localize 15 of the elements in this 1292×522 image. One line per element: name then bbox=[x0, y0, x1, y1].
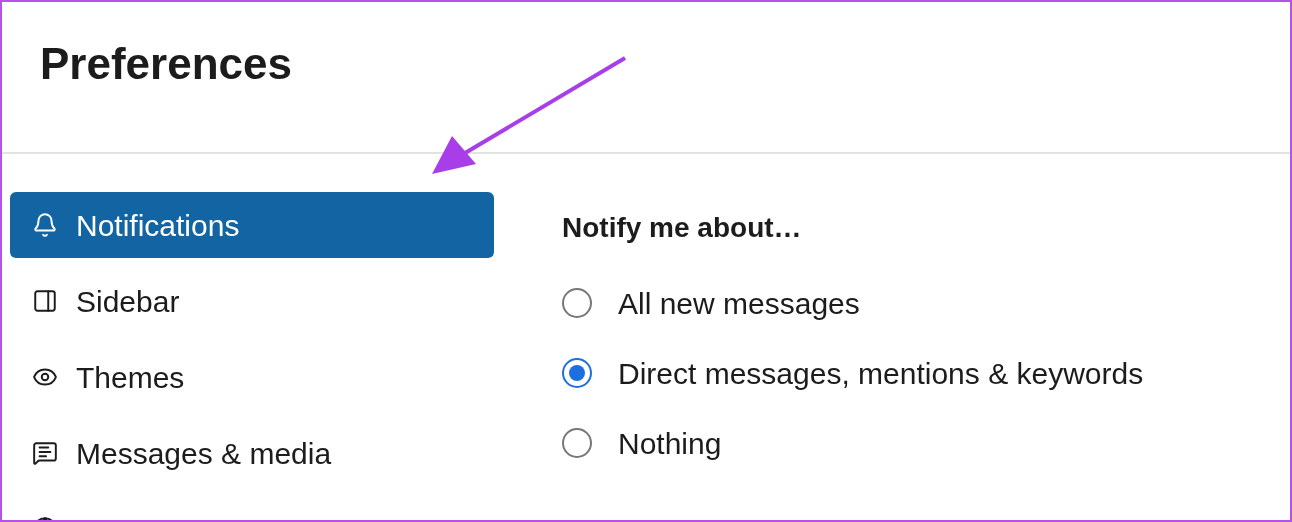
option-label: Nothing bbox=[618, 425, 722, 462]
option-label: Direct messages, mentions & keywords bbox=[618, 355, 1144, 392]
sidebar-item[interactable]: Notifications bbox=[10, 192, 494, 258]
bell-icon bbox=[32, 212, 58, 238]
radio-button[interactable] bbox=[562, 358, 592, 388]
sidebar-panel-icon bbox=[32, 288, 58, 314]
option-label: All new messages bbox=[618, 285, 860, 322]
radio-button[interactable] bbox=[562, 428, 592, 458]
message-icon bbox=[32, 440, 58, 466]
radio-button[interactable] bbox=[562, 288, 592, 318]
sidebar-item[interactable]: Messages & media bbox=[10, 420, 494, 486]
section-heading: Notify me about… bbox=[562, 211, 803, 245]
sidebar-item[interactable]: Sidebar bbox=[10, 268, 494, 334]
sidebar-item[interactable]: Themes bbox=[10, 344, 494, 410]
page-title: Preferences bbox=[40, 38, 292, 90]
